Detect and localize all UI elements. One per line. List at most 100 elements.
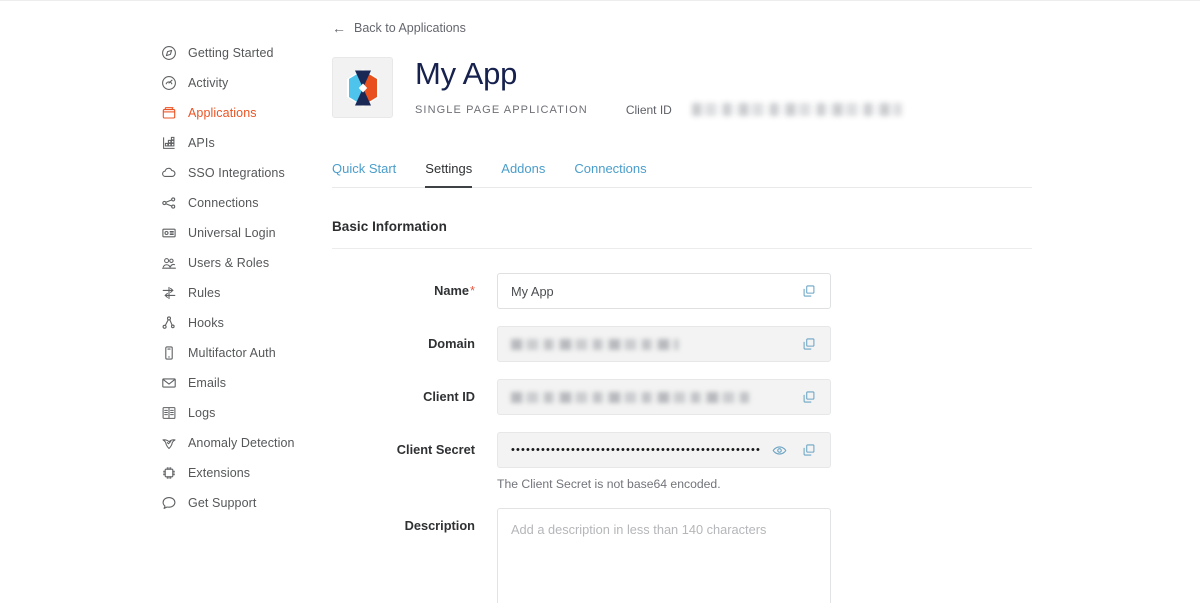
sidebar-item-label: Activity [188,76,229,90]
domain-input[interactable] [497,326,831,362]
sidebar-item-rules[interactable]: Rules [160,278,310,308]
copy-icon[interactable] [801,389,817,405]
gauge-icon [160,74,178,92]
rules-arrows-icon [160,284,178,302]
sidebar-item-label: Applications [188,106,257,120]
name-field-label: Name* [332,273,497,298]
application-meta: My App SINGLE PAGE APPLICATION Client ID [415,57,902,117]
page-title: My App [415,56,518,91]
sidebar-item-label: Extensions [188,466,251,480]
tab-quick-start[interactable]: Quick Start [332,161,396,187]
hooks-nodes-icon [160,314,178,332]
description-textarea[interactable]: Add a description in less than 140 chara… [497,508,831,603]
sidebar-item-label: Getting Started [188,46,274,60]
sidebar-item-label: Universal Login [188,226,276,240]
tab-addons[interactable]: Addons [501,161,545,187]
back-to-applications-link[interactable]: ← Back to Applications [332,21,466,35]
sidebar-item-label: Users & Roles [188,256,270,270]
sidebar-item-label: Emails [188,376,227,390]
section-heading-basic-information: Basic Information [332,219,447,234]
apis-icon [160,134,178,152]
client-secret-field-label: Client Secret [396,442,475,457]
application-subline: SINGLE PAGE APPLICATION Client ID [415,103,902,117]
sidebar-item-hooks[interactable]: Hooks [160,308,310,338]
sidebar-item-label: Anomaly Detection [188,436,295,450]
tab-connections[interactable]: Connections [574,161,646,187]
sidebar-item-emails[interactable]: Emails [160,368,310,398]
client-secret-helper-text: The Client Secret is not base64 encoded. [497,477,721,491]
tab-settings[interactable]: Settings [425,161,472,188]
application-header: My App SINGLE PAGE APPLICATION Client ID [332,57,1052,118]
sidebar-item-get-support[interactable]: Get Support [160,488,310,518]
field-row-description: Description Add a description in less th… [332,508,1052,603]
description-field-label: Description [404,518,475,533]
chip-icon [160,464,178,482]
applications-icon [160,104,178,122]
sidebar-item-label: Connections [188,196,259,210]
description-field-control: Add a description in less than 140 chara… [497,508,831,603]
sidebar-item-users-and-roles[interactable]: Users & Roles [160,248,310,278]
envelope-icon [160,374,178,392]
eye-icon[interactable] [771,442,787,458]
sidebar-item-label: APIs [188,136,215,150]
sidebar-item-label: Rules [188,286,221,300]
compass-icon [160,44,178,62]
required-marker: * [470,283,475,298]
sidebar-item-label: Multifactor Auth [188,346,276,360]
auth0-diamond-logo-icon [346,68,379,107]
arrow-left-icon: ← [332,20,346,36]
name-input-value: My App [511,283,554,299]
sidebar-item-logs[interactable]: Logs [160,398,310,428]
client-id-field-label: Client ID [423,389,475,404]
copy-icon[interactable] [801,442,817,458]
field-row-client-secret: Client Secret ••••••••••••••••••••••••••… [332,432,1052,491]
sidebar-item-anomaly-detection[interactable]: Anomaly Detection [160,428,310,458]
name-field-control: My App [497,273,831,309]
id-card-icon [160,224,178,242]
field-row-name: Name* My App [332,273,1052,309]
header-client-id-label: Client ID [625,102,672,117]
sidebar-item-connections[interactable]: Connections [160,188,310,218]
domain-field-label: Domain [428,336,475,351]
sidebar-item-extensions[interactable]: Extensions [160,458,310,488]
sidebar-item-label: SSO Integrations [188,166,285,180]
mobile-device-icon [160,344,178,362]
name-label-text: Name [434,283,470,298]
field-row-client-id: Client ID [332,379,1052,415]
section-divider [332,248,1032,249]
shield-heart-icon [160,434,178,452]
share-nodes-icon [160,194,178,212]
sidebar-item-universal-login[interactable]: Universal Login [160,218,310,248]
sidebar-item-label: Get Support [188,496,257,510]
application-type-badge: SINGLE PAGE APPLICATION [415,103,588,116]
cloud-icon [160,164,178,182]
sidebar-item-label: Logs [188,406,216,420]
client-id-field-control [497,379,831,415]
sidebar-item-activity[interactable]: Activity [160,68,310,98]
copy-icon[interactable] [801,336,817,352]
chat-bubble-icon [160,494,178,512]
sidebar-item-getting-started[interactable]: Getting Started [160,38,310,68]
basic-information-form: Name* My App Domain Client ID Client Sec… [332,273,1052,603]
client-secret-input[interactable]: ••••••••••••••••••••••••••••••••••••••••… [497,432,831,468]
header-client-id-value-redacted [691,103,902,117]
field-row-domain: Domain [332,326,1052,362]
main-sidebar: Getting Started Activity Applications AP… [160,38,310,518]
client-secret-field-control: ••••••••••••••••••••••••••••••••••••••••… [497,432,831,491]
domain-input-value-redacted [511,338,679,350]
client-id-input[interactable] [497,379,831,415]
domain-field-control [497,326,831,362]
application-logo [332,57,393,118]
client-id-input-value-redacted [511,391,749,403]
sidebar-item-multifactor-auth[interactable]: Multifactor Auth [160,338,310,368]
sidebar-item-apis[interactable]: APIs [160,128,310,158]
users-icon [160,254,178,272]
name-input[interactable]: My App [497,273,831,309]
copy-icon[interactable] [801,283,817,299]
sidebar-item-applications[interactable]: Applications [160,98,310,128]
client-secret-masked-value: ••••••••••••••••••••••••••••••••••••••••… [511,444,760,456]
sidebar-item-label: Hooks [188,316,224,330]
settings-tabs: Quick Start Settings Addons Connections [332,156,1032,188]
sidebar-item-sso-integrations[interactable]: SSO Integrations [160,158,310,188]
main-content: ← Back to Applications My App SINGLE PAG… [332,0,1052,603]
